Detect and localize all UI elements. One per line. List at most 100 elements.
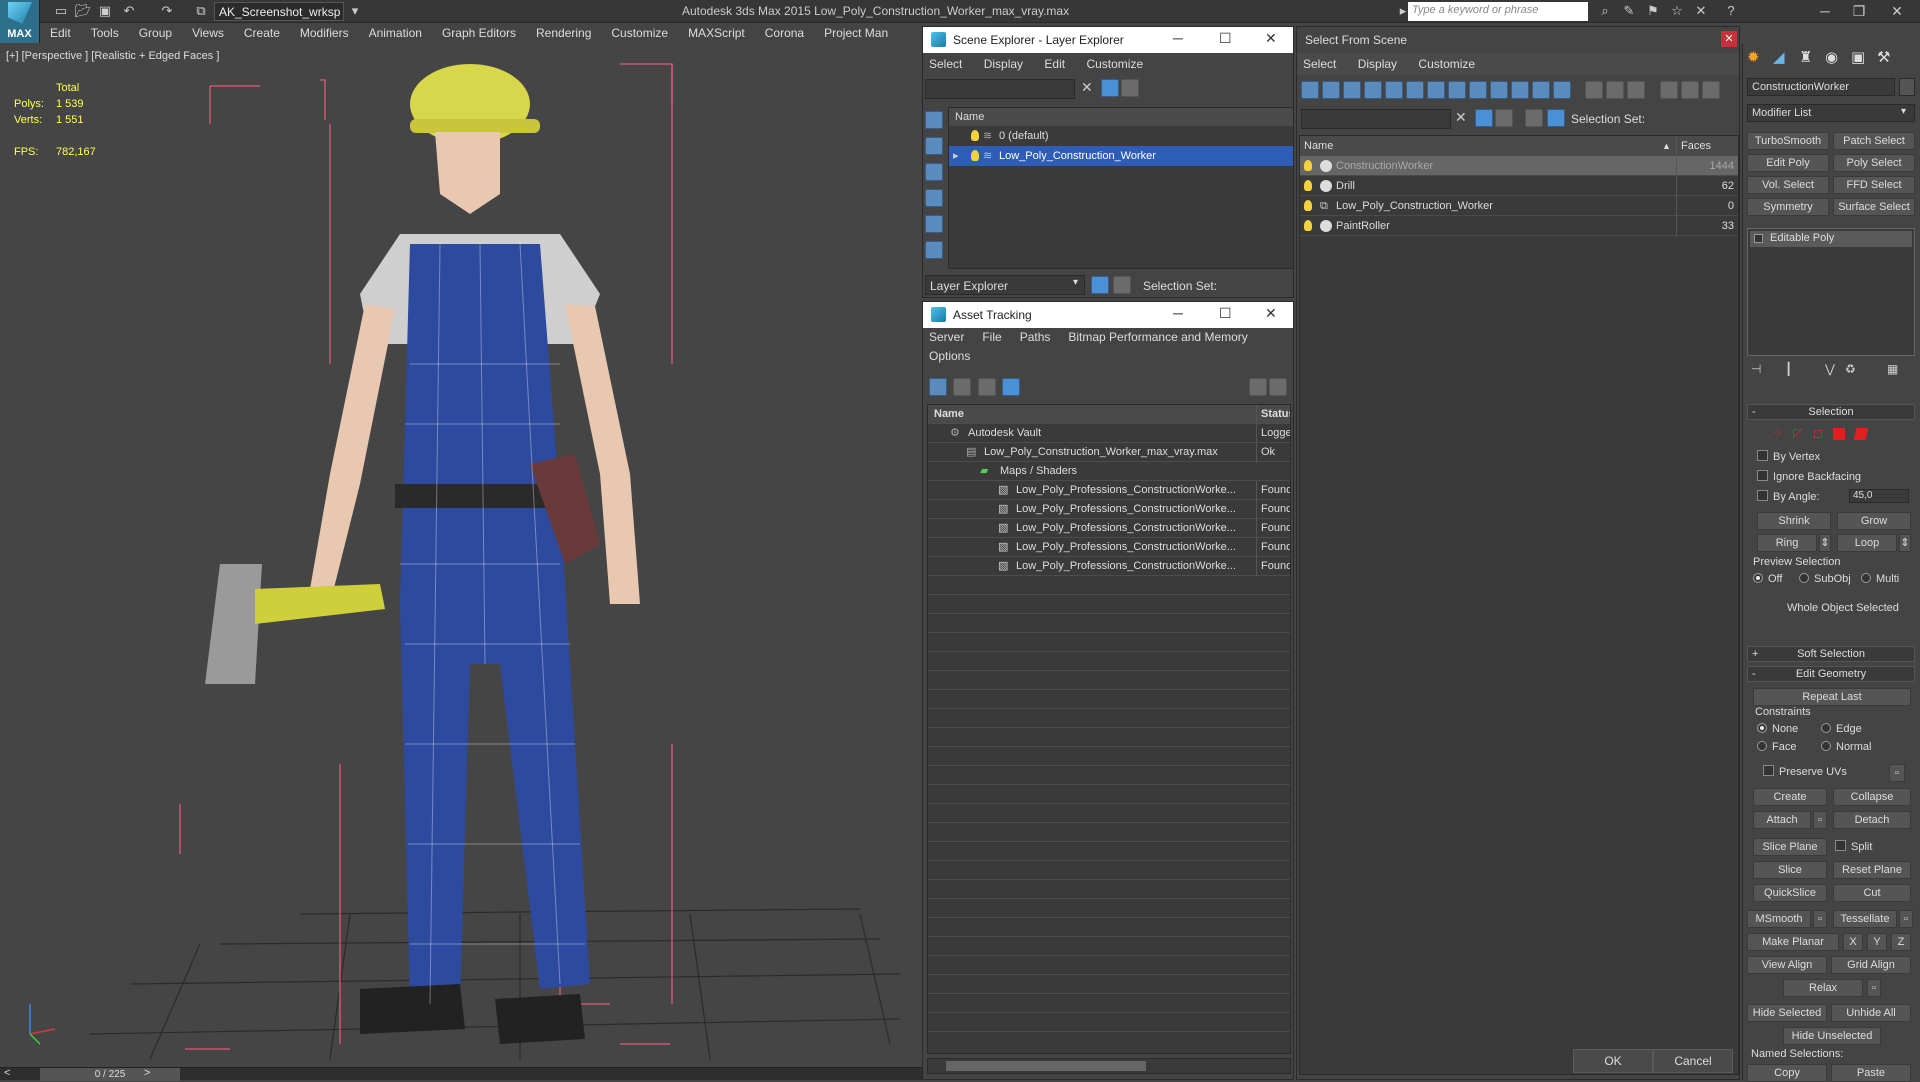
select-none-icon[interactable] [1606,81,1625,99]
list-view-icon[interactable] [953,378,972,396]
menu-views[interactable]: Views [182,23,234,43]
preview-off-radio[interactable]: Off [1753,573,1782,585]
filter-bones-icon[interactable] [1469,81,1487,99]
ignore-backfacing-checkbox[interactable]: Ignore Backfacing [1757,470,1861,483]
symmetry-button[interactable]: Symmetry [1747,198,1829,216]
table-row[interactable]: ▧ Low_Poly_Professions_ConstructionWorke.… [928,481,1290,500]
sort-arrow-icon[interactable]: ▲ [1662,136,1671,156]
minimize-icon[interactable]: ─ [1173,305,1183,321]
app-logo[interactable]: MAX [0,0,40,43]
preserve-uvs-checkbox[interactable]: Preserve UVs [1763,765,1847,778]
layer-row[interactable]: ≋ 0 (default) [949,126,1293,146]
ffd-select-button[interactable]: FFD Select [1833,176,1915,194]
light-bulb-icon[interactable] [1304,200,1312,211]
close-icon[interactable]: ✕ [1265,305,1277,322]
menu-animation[interactable]: Animation [359,23,432,43]
display-helpers-icon[interactable] [925,215,943,233]
scrollbar-thumb[interactable] [946,1061,1146,1071]
sfs-menu-customize[interactable]: Customize [1418,57,1475,71]
menu-modifiers[interactable]: Modifiers [290,23,359,43]
preview-multi-radio[interactable]: Multi [1861,573,1899,585]
element-icon[interactable] [1853,428,1869,440]
menu-graph-editors[interactable]: Graph Editors [432,23,526,43]
explorer-type-select[interactable]: Layer Explorer [925,275,1085,295]
stack-item-editable-poly[interactable]: Editable Poly [1750,231,1912,247]
turbosmooth-button[interactable]: TurboSmooth [1747,132,1829,150]
at-menu-server[interactable]: Server [929,330,964,344]
paste-button[interactable]: Paste [1831,1064,1911,1082]
menu-edit[interactable]: Edit [40,23,81,43]
make-planar-x-button[interactable]: X [1843,933,1863,951]
surface-select-button[interactable]: Surface Select [1833,198,1915,216]
light-bulb-icon[interactable] [971,150,979,161]
slice-button[interactable]: Slice [1753,861,1827,879]
horizontal-scrollbar[interactable] [927,1058,1291,1074]
filter-xrefs-icon[interactable] [1448,81,1466,99]
project-folder-icon[interactable]: ⧉ [192,3,210,19]
display-shapes-icon[interactable] [925,137,943,155]
exchange-icon[interactable]: ✕ [1692,3,1710,19]
viewport-label[interactable]: [+] [Perspective ] [Realistic + Edged Fa… [6,50,219,62]
patch-select-button[interactable]: Patch Select [1833,132,1915,150]
display-geometry-icon[interactable] [925,111,943,129]
search-input[interactable]: Type a keyword or phrase [1408,2,1588,21]
time-slider[interactable]: < 0 / 225 > [0,1067,922,1081]
timeline-prev-icon[interactable]: < [4,1067,10,1079]
close-icon[interactable]: ✕ [1721,31,1737,47]
layer-row[interactable]: ▸ ≋ Low_Poly_Construction_Worker [949,146,1293,166]
object-name-field[interactable]: ConstructionWorker [1747,78,1895,96]
unhide-all-button[interactable]: Unhide All [1831,1004,1911,1022]
filter-all-icon[interactable] [1553,81,1571,99]
open-file-icon[interactable]: 📂︎ [74,3,92,19]
save-icon[interactable]: ▣ [96,3,114,19]
loop-button[interactable]: Loop [1837,534,1897,552]
light-bulb-icon[interactable] [1304,160,1312,171]
light-bulb-icon[interactable] [1304,220,1312,231]
se-menu-display[interactable]: Display [984,57,1023,71]
filter-groups-icon[interactable] [1427,81,1445,99]
filter-helpers-icon[interactable] [1385,81,1403,99]
grid-align-button[interactable]: Grid Align [1831,956,1911,974]
menu-customize[interactable]: Customize [601,23,678,43]
menu-group[interactable]: Group [129,23,182,43]
timeline-next-icon[interactable]: > [144,1067,150,1079]
shrink-button[interactable]: Shrink [1757,512,1831,530]
edit-geometry-rollout-header[interactable]: - Edit Geometry [1747,666,1915,682]
col-status-header[interactable]: Status [1256,405,1290,424]
object-row[interactable]: Drill 62 [1300,176,1738,196]
binoculars-icon[interactable]: ⌕ [1596,3,1614,19]
refresh-icon[interactable] [929,378,947,396]
close-icon[interactable]: ✕ [1265,30,1277,47]
create-button[interactable]: Create [1753,788,1827,806]
hierarchy-icon[interactable] [1680,81,1699,99]
select-all-icon[interactable] [1585,81,1604,99]
find-icon[interactable] [1495,109,1513,127]
vol-select-button[interactable]: Vol. Select [1747,176,1829,194]
stack-expand-icon[interactable] [1754,234,1763,243]
constraint-normal-radio[interactable]: Normal [1821,741,1871,753]
redo-icon[interactable]: ↷ [158,3,176,19]
display-spacewarps-icon[interactable] [925,241,943,259]
at-menu-file[interactable]: File [982,330,1001,344]
ring-button[interactable]: Ring [1757,534,1817,552]
communication-icon[interactable]: ⚑ [1644,3,1662,19]
chevron-down-icon[interactable]: ▾ [1073,277,1078,288]
copy-button[interactable]: Copy [1747,1064,1827,1082]
constraint-none-radio[interactable]: None [1757,723,1798,735]
hide-selected-button[interactable]: Hide Selected [1747,1004,1827,1022]
menu-tools[interactable]: Tools [81,23,129,43]
make-planar-z-button[interactable]: Z [1891,933,1911,951]
object-row[interactable]: ⧉ Low_Poly_Construction_Worker 0 [1300,196,1738,216]
filter-hidden-icon[interactable] [1532,81,1550,99]
chevron-down-icon[interactable]: ▾ [1901,106,1906,117]
maximize-icon[interactable]: ☐ [1219,30,1232,47]
filter-spacewarps-icon[interactable] [1406,81,1424,99]
by-angle-checkbox[interactable]: By Angle: [1757,490,1819,503]
ok-button[interactable]: OK [1573,1049,1653,1073]
display-tab-icon[interactable]: ▣ [1851,48,1865,66]
make-planar-button[interactable]: Make Planar [1747,933,1839,951]
col-name-header[interactable]: Name [934,405,964,424]
make-unique-icon[interactable]: ⋁ [1825,362,1835,376]
filter-geometry-icon[interactable] [1301,81,1319,99]
polygon-icon[interactable] [1833,428,1845,440]
